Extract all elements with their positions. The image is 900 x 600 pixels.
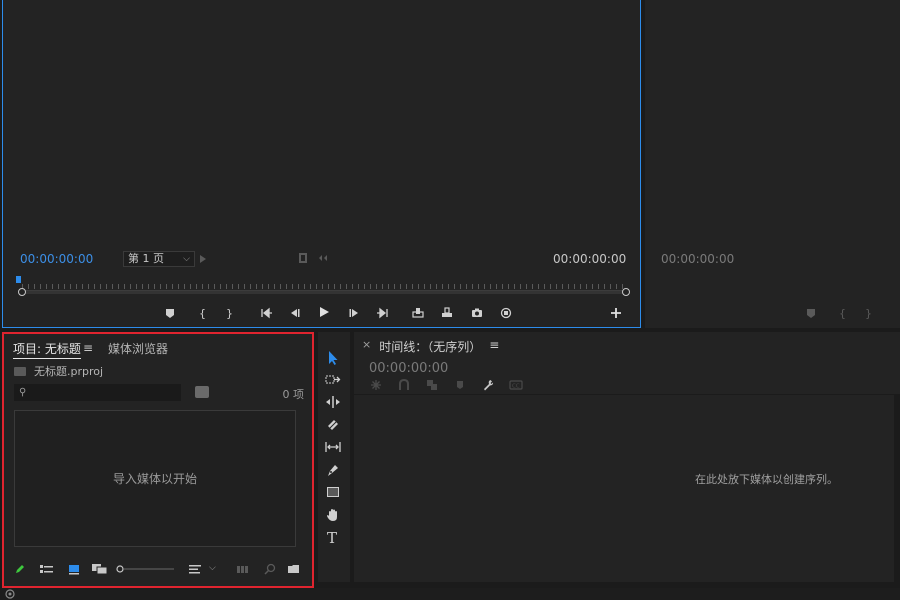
svg-text:}: } — [226, 307, 233, 319]
mark-out-icon[interactable]: } — [861, 306, 875, 320]
icon-view-icon[interactable] — [68, 563, 80, 575]
search-field[interactable]: ⚲ — [14, 384, 181, 401]
in-point-handle[interactable] — [18, 288, 26, 296]
go-to-in-icon[interactable] — [260, 306, 274, 320]
selection-tool-icon[interactable] — [321, 348, 345, 368]
add-button-icon[interactable] — [609, 306, 623, 320]
ruler-bar — [22, 290, 628, 294]
play-icon[interactable] — [317, 305, 331, 319]
new-search-bin-icon[interactable] — [195, 386, 209, 398]
list-view-icon[interactable] — [40, 563, 54, 575]
step-back-icon[interactable] — [288, 306, 302, 320]
ruler-ticks — [22, 284, 628, 289]
add-marker-icon[interactable] — [453, 379, 467, 391]
panel-menu-icon[interactable]: ≡ — [83, 341, 93, 355]
razor-tool-icon[interactable] — [321, 415, 345, 435]
overwrite-icon[interactable] — [440, 306, 454, 320]
mark-in-icon[interactable]: { — [835, 306, 849, 320]
project-toolbar: ⌵ — [14, 561, 304, 579]
status-bar — [0, 588, 900, 600]
automate-sequence-icon[interactable] — [237, 563, 251, 575]
freeform-view-icon[interactable] — [92, 563, 108, 575]
timeline-scrollbar[interactable] — [894, 395, 900, 582]
source-timecode-duration: 00:00:00:00 — [553, 252, 627, 266]
tab-media-browser[interactable]: 媒体浏览器 — [108, 340, 168, 357]
track-select-tool-icon[interactable] — [321, 370, 345, 390]
program-timecode[interactable]: 00:00:00:00 — [661, 252, 734, 266]
timeline-toolbar: CC — [369, 379, 523, 393]
timeline-drop-hint: 在此处放下媒体以创建序列。 — [695, 473, 838, 486]
nest-icon[interactable] — [369, 379, 383, 391]
page-select-dropdown[interactable]: 第 1 页 ⌵ — [123, 251, 195, 267]
project-panel: 项目: 无标题 ≡ 媒体浏览器 无标题.prproj ⚲ 0 项 导入媒体以开始 — [2, 332, 314, 588]
source-monitor-panel: 00:00:00:00 第 1 页 ⌵ 00:00:00:00 { } — [2, 0, 641, 328]
sort-icon[interactable] — [189, 563, 203, 575]
item-count: 0 项 — [282, 388, 305, 401]
creative-cloud-icon[interactable] — [4, 589, 16, 599]
timeline-tracks-area[interactable] — [354, 394, 900, 582]
timeline-title: 时间线：（无序列） — [379, 340, 482, 354]
wrench-icon[interactable] — [481, 379, 495, 391]
slip-tool-icon[interactable] — [321, 437, 345, 457]
svg-text:}: } — [865, 307, 872, 319]
find-icon[interactable] — [264, 563, 276, 575]
timeline-tab[interactable]: × 时间线：（无序列） ≡ — [362, 338, 499, 355]
tab-project[interactable]: 项目: 无标题 — [13, 340, 81, 359]
hand-tool-icon[interactable] — [321, 505, 345, 525]
export-frame-icon[interactable] — [499, 306, 513, 320]
out-point-handle[interactable] — [622, 288, 630, 296]
ripple-edit-tool-icon[interactable] — [321, 392, 345, 412]
zoom-slider[interactable] — [116, 563, 174, 575]
play-small-icon[interactable] — [196, 252, 210, 266]
timeline-timecode[interactable]: 00:00:00:00 — [369, 361, 448, 376]
chevron-down-icon: ⌵ — [183, 254, 190, 264]
tools-panel: T — [318, 332, 350, 582]
add-marker-icon[interactable] — [804, 306, 818, 320]
pen-tool-icon[interactable] — [321, 460, 345, 480]
source-time-ruler[interactable] — [18, 280, 630, 298]
snap-icon[interactable] — [397, 379, 411, 391]
rectangle-tool-icon[interactable] — [321, 482, 345, 502]
svg-text:CC: CC — [512, 384, 520, 390]
close-tab-icon[interactable]: × — [362, 338, 371, 355]
mark-out-icon[interactable]: } — [222, 306, 236, 320]
insert-icon[interactable] — [411, 306, 425, 320]
captions-icon[interactable]: CC — [509, 379, 523, 391]
type-tool-icon[interactable]: T — [321, 527, 345, 547]
chevron-down-icon[interactable]: ⌵ — [209, 563, 217, 575]
add-marker-icon[interactable] — [163, 306, 177, 320]
svg-text:{: { — [839, 307, 846, 319]
svg-text:{: { — [199, 307, 206, 319]
camera-icon[interactable] — [470, 306, 484, 320]
new-bin-icon[interactable] — [288, 563, 300, 575]
pencil-icon[interactable] — [14, 563, 26, 575]
page-select-label: 第 1 页 — [128, 252, 164, 265]
source-timecode-current[interactable]: 00:00:00:00 — [20, 252, 93, 266]
folder-icon — [14, 366, 26, 376]
program-monitor-panel: 00:00:00:00 { } — [645, 0, 900, 328]
search-icon: ⚲ — [19, 387, 27, 398]
svg-text:T: T — [327, 529, 337, 545]
linked-selection-icon[interactable] — [425, 379, 439, 391]
search-input[interactable] — [15, 385, 180, 400]
project-file-row: 无标题.prproj — [14, 363, 103, 379]
timeline-panel: × 时间线：（无序列） ≡ 00:00:00:00 CC 在此处放下媒体以创建序… — [354, 332, 900, 582]
drop-hint: 导入媒体以开始 — [112, 472, 197, 486]
project-file-name: 无标题.prproj — [34, 365, 104, 378]
panel-menu-icon[interactable]: ≡ — [489, 338, 499, 355]
step-forward-icon[interactable] — [347, 306, 361, 320]
film-icon[interactable] — [296, 251, 310, 265]
media-drop-area[interactable]: 导入媒体以开始 — [14, 410, 296, 547]
go-to-out-icon[interactable] — [375, 306, 389, 320]
mark-in-icon[interactable]: { — [195, 306, 209, 320]
audio-waveform-icon[interactable] — [317, 251, 331, 265]
